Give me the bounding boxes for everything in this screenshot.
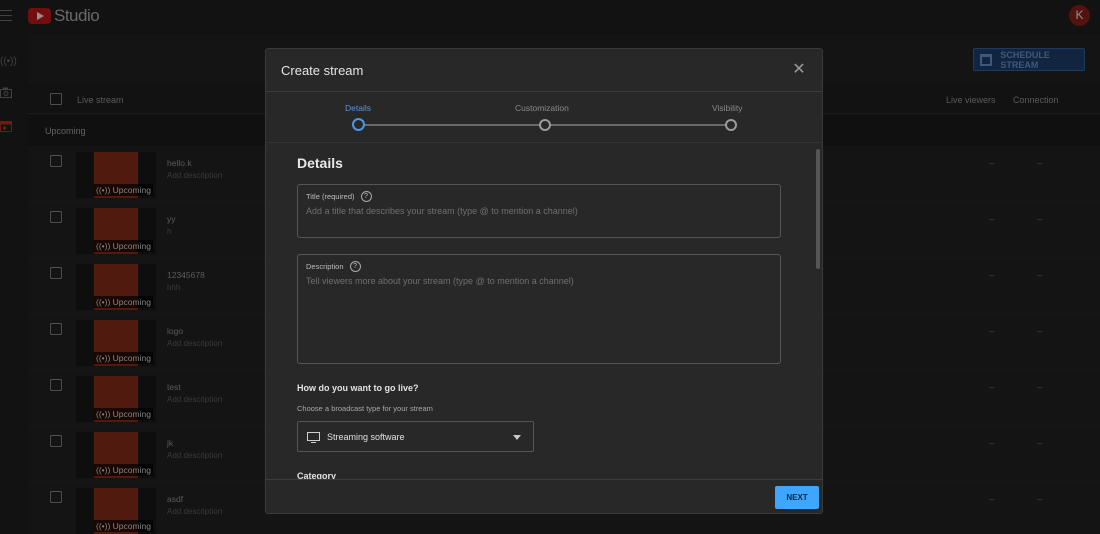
step-dot-visibility[interactable] xyxy=(725,119,737,131)
next-button[interactable]: NEXT xyxy=(775,486,819,509)
chevron-down-icon xyxy=(513,435,521,440)
description-placeholder: Tell viewers more about your stream (typ… xyxy=(306,276,574,286)
dialog-body: Details Title (required) ? Add a title t… xyxy=(266,143,822,479)
go-live-subtitle: Choose a broadcast type for your stream xyxy=(297,404,433,413)
section-title: Details xyxy=(297,155,343,171)
stepper: Details Customization Visibility xyxy=(266,92,822,142)
description-field-label-wrap: Description ? xyxy=(306,261,361,272)
broadcast-type-value: Streaming software xyxy=(327,432,405,442)
step-customization[interactable]: Customization xyxy=(515,103,569,113)
create-stream-dialog: Create stream ✕ Details Customization Vi… xyxy=(265,48,823,514)
step-visibility[interactable]: Visibility xyxy=(712,103,743,113)
close-icon[interactable]: ✕ xyxy=(792,62,806,78)
title-field-label-wrap: Title (required) ? xyxy=(306,191,372,202)
dialog-title: Create stream xyxy=(281,63,364,78)
step-dot-customization[interactable] xyxy=(539,119,551,131)
title-field[interactable]: Title (required) ? Add a title that desc… xyxy=(297,184,781,238)
step-dot-details[interactable] xyxy=(352,118,365,131)
dialog-footer: NEXT xyxy=(266,479,822,513)
description-field-label: Description xyxy=(306,262,344,271)
category-label: Category xyxy=(297,471,337,479)
step-details[interactable]: Details xyxy=(345,103,371,113)
dialog-scrollbar[interactable] xyxy=(816,149,820,269)
monitor-icon xyxy=(307,432,320,443)
title-field-label: Title (required) xyxy=(306,192,355,201)
description-field[interactable]: Description ? Tell viewers more about yo… xyxy=(297,254,781,364)
title-placeholder: Add a title that describes your stream (… xyxy=(306,206,578,216)
broadcast-type-select[interactable]: Streaming software xyxy=(297,421,534,452)
help-icon[interactable]: ? xyxy=(360,191,372,202)
help-icon[interactable]: ? xyxy=(349,261,361,272)
go-live-question: How do you want to go live? xyxy=(297,383,419,393)
